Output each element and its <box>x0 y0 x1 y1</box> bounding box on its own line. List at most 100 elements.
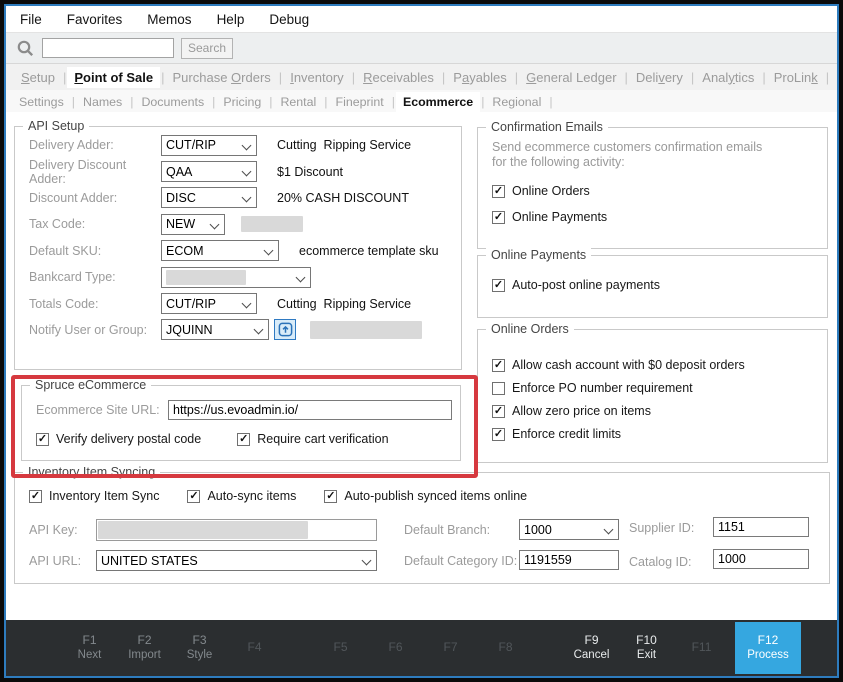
fkey-f1-next[interactable]: F1Next <box>62 633 117 664</box>
tab-delivery[interactable]: Delivery <box>629 67 690 88</box>
tab-prolink[interactable]: ProLink <box>767 67 825 88</box>
checkbox-enforce-credit-limits[interactable]: Enforce credit limits <box>492 427 827 441</box>
checkbox-box[interactable] <box>492 428 505 441</box>
subtab-names[interactable]: Names <box>76 92 129 112</box>
subtab-rental[interactable]: Rental <box>273 92 323 112</box>
fkey-number: F8 <box>478 640 533 656</box>
checkbox-box[interactable] <box>492 279 505 292</box>
ecommerce-site-url-input[interactable] <box>168 400 452 420</box>
tab-separator: | <box>691 70 694 85</box>
subtab-documents[interactable]: Documents <box>134 92 211 112</box>
delivery-discount-adder-dropdown[interactable]: QAA <box>161 161 257 182</box>
catalog-id-label: Catalog ID: <box>629 555 692 569</box>
fkey-f6[interactable]: F6 <box>368 640 423 656</box>
dropdown-value: QAA <box>166 165 192 179</box>
checkbox-allow-cash-account-with-0-deposit-orders[interactable]: Allow cash account with $0 deposit order… <box>492 358 827 372</box>
field-row-totals-code: Totals Code:CUT/RIPCutting Ripping Servi… <box>29 290 461 316</box>
fkey-f3-style[interactable]: F3Style <box>172 633 227 664</box>
tab-crm[interactable]: CRM <box>830 67 839 88</box>
default-sku-dropdown[interactable]: ECOM <box>161 240 279 261</box>
menu-item-favorites[interactable]: Favorites <box>67 12 123 27</box>
delivery-adder-dropdown[interactable]: CUT/RIP <box>161 135 257 156</box>
notify-send-button[interactable] <box>274 319 296 340</box>
subtab-regional[interactable]: Regional <box>485 92 548 112</box>
fkey-action-label: Exit <box>619 648 674 663</box>
supplier-id-input[interactable] <box>713 517 809 537</box>
default-branch-dropdown[interactable]: 1000 <box>519 519 619 540</box>
menu-item-memos[interactable]: Memos <box>147 12 191 27</box>
fkey-f12-process[interactable]: F12Process <box>735 622 801 674</box>
tab-setup[interactable]: Setup <box>14 67 62 88</box>
checkbox-box[interactable] <box>237 433 250 446</box>
checkbox-auto-publish-synced-items-online[interactable]: Auto-publish synced items online <box>324 489 527 503</box>
checkbox-box[interactable] <box>492 405 505 418</box>
notify-user-or-group-dropdown[interactable]: JQUINN <box>161 319 269 340</box>
catalog-id-input[interactable] <box>713 549 809 569</box>
fkey-f7[interactable]: F7 <box>423 640 478 656</box>
tab-separator: | <box>826 70 829 85</box>
tab-payables[interactable]: Payables <box>446 67 513 88</box>
checkbox-allow-zero-price-on-items[interactable]: Allow zero price on items <box>492 404 827 418</box>
dropdown-value: CUT/RIP <box>166 297 216 311</box>
subtab-settings[interactable]: Settings <box>12 92 71 112</box>
checkbox-label: Enforce PO number requirement <box>512 381 693 395</box>
tab-separator: | <box>762 70 765 85</box>
fkey-f2-import[interactable]: F2Import <box>117 633 172 664</box>
api-setup-group: API Setup Delivery Adder:CUT/RIPCutting … <box>14 126 462 370</box>
fkey-f9-cancel[interactable]: F9Cancel <box>564 633 619 664</box>
menu-item-debug[interactable]: Debug <box>269 12 309 27</box>
tab-receivables[interactable]: Receivables <box>356 67 441 88</box>
checkbox-auto-sync-items[interactable]: Auto-sync items <box>187 489 296 503</box>
tab-purchase-orders[interactable]: Purchase Orders <box>166 67 278 88</box>
checkbox-box[interactable] <box>36 433 49 446</box>
checkbox-box[interactable] <box>29 490 42 503</box>
delivery-adder-label: Delivery Adder: <box>29 138 155 152</box>
search-input[interactable] <box>42 38 174 58</box>
subtab-pricing[interactable]: Pricing <box>216 92 268 112</box>
tab-inventory[interactable]: Inventory <box>283 67 351 88</box>
checkbox-online-orders[interactable]: Online Orders <box>492 184 827 198</box>
checkbox-box[interactable] <box>492 185 505 198</box>
menu-item-file[interactable]: File <box>20 12 42 27</box>
tax-code-dropdown[interactable]: NEW <box>161 214 225 235</box>
field-row-notify-user-or-group: Notify User or Group:JQUINN <box>29 317 461 343</box>
checkbox-inventory-item-sync[interactable]: Inventory Item Sync <box>29 489 159 503</box>
fkey-f4[interactable]: F4 <box>227 640 282 656</box>
subtab-fineprint[interactable]: Fineprint <box>329 92 391 112</box>
totals-code-dropdown[interactable]: CUT/RIP <box>161 293 257 314</box>
field-description: Cutting Ripping Service <box>277 297 411 311</box>
fkey-number: F10 <box>619 633 674 649</box>
menu-item-help[interactable]: Help <box>217 12 245 27</box>
checkbox-auto-post-online-payments[interactable]: Auto-post online payments <box>492 278 827 292</box>
default-category-id-input[interactable] <box>519 550 619 570</box>
tab-general-ledger[interactable]: General Ledger <box>519 67 623 88</box>
default-category-id-label: Default Category ID: <box>404 554 517 568</box>
checkbox-online-payments[interactable]: Online Payments <box>492 210 827 224</box>
checkbox-label: Auto-publish synced items online <box>344 489 527 503</box>
checkbox-box[interactable] <box>492 211 505 224</box>
tab-separator: | <box>515 70 518 85</box>
checkbox-box[interactable] <box>187 490 200 503</box>
api-key-input[interactable] <box>96 519 377 541</box>
bankcard-type-label: Bankcard Type: <box>29 270 155 284</box>
checkbox-verify-delivery-postal-code[interactable]: Verify delivery postal code <box>36 432 201 446</box>
main-tab-bar: Setup | Point of Sale | Purchase Orders | Inve… <box>6 64 837 90</box>
fkey-f8[interactable]: F8 <box>478 640 533 656</box>
api-url-dropdown[interactable]: UNITED STATES <box>96 550 377 571</box>
tab-separator: | <box>72 95 75 109</box>
checkbox-box[interactable] <box>492 382 505 395</box>
checkbox-box[interactable] <box>492 359 505 372</box>
fkey-f11[interactable]: F11 <box>674 640 729 656</box>
search-button[interactable]: Search <box>181 38 233 59</box>
fkey-f10-exit[interactable]: F10Exit <box>619 633 674 664</box>
tab-analytics[interactable]: Analytics <box>695 67 761 88</box>
checkbox-require-cart-verification[interactable]: Require cart verification <box>237 432 388 446</box>
bankcard-type-dropdown[interactable] <box>161 267 311 288</box>
subtab-ecommerce[interactable]: Ecommerce <box>396 92 480 112</box>
tab-point-of-sale[interactable]: Point of Sale <box>67 67 160 88</box>
checkbox-box[interactable] <box>324 490 337 503</box>
fkey-f5[interactable]: F5 <box>313 640 368 656</box>
discount-adder-dropdown[interactable]: DISC <box>161 187 257 208</box>
group-title: Confirmation Emails <box>486 120 608 134</box>
checkbox-enforce-po-number-requirement[interactable]: Enforce PO number requirement <box>492 381 827 395</box>
